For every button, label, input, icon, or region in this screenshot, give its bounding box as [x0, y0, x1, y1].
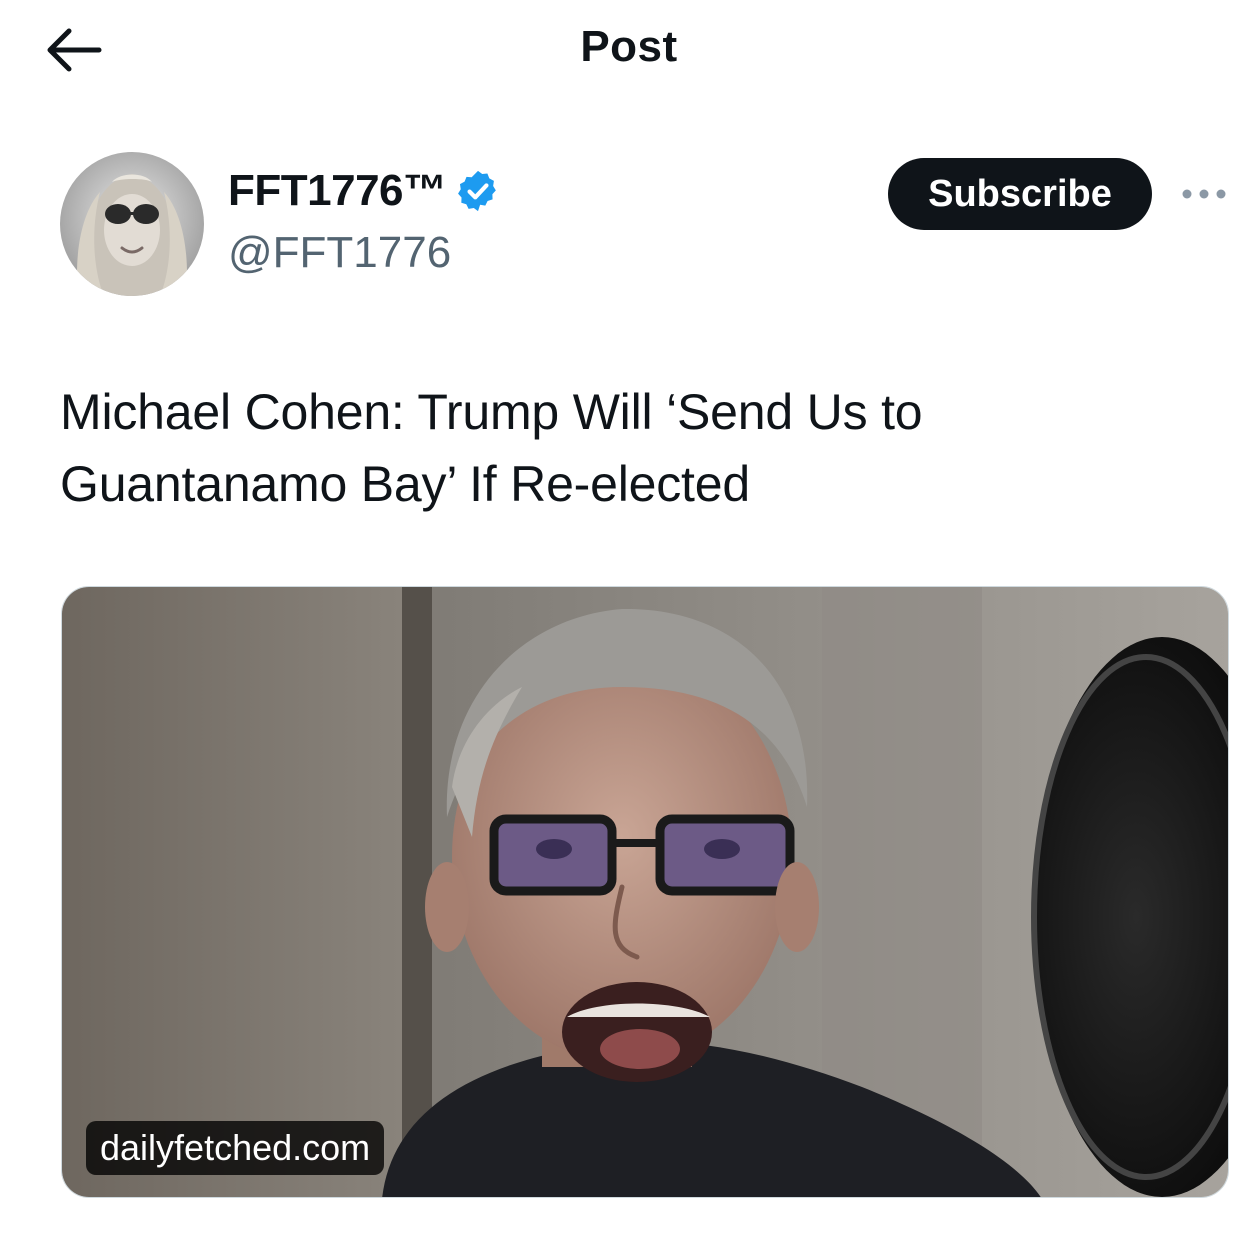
author-handle[interactable]: @FFT1776 — [228, 228, 451, 278]
top-bar: Post — [0, 0, 1258, 100]
avatar-image — [60, 152, 204, 296]
avatar[interactable] — [60, 152, 204, 296]
verified-badge-icon — [457, 170, 496, 212]
page-title: Post — [580, 22, 678, 71]
video-thumbnail-image — [62, 587, 1228, 1197]
link-domain-badge: dailyfetched.com — [86, 1121, 385, 1175]
subscribe-button[interactable]: Subscribe — [888, 158, 1152, 230]
author-display-name: FFT1776™ — [228, 166, 447, 215]
post-text: Michael Cohen: Trump Will ‘Send Us to Gu… — [60, 384, 923, 512]
more-options-button[interactable] — [1176, 176, 1232, 212]
media-card[interactable]: dailyfetched.com — [61, 586, 1229, 1198]
author-name-row[interactable]: FFT1776™ — [228, 166, 501, 216]
more-horizontal-icon — [1182, 189, 1226, 199]
